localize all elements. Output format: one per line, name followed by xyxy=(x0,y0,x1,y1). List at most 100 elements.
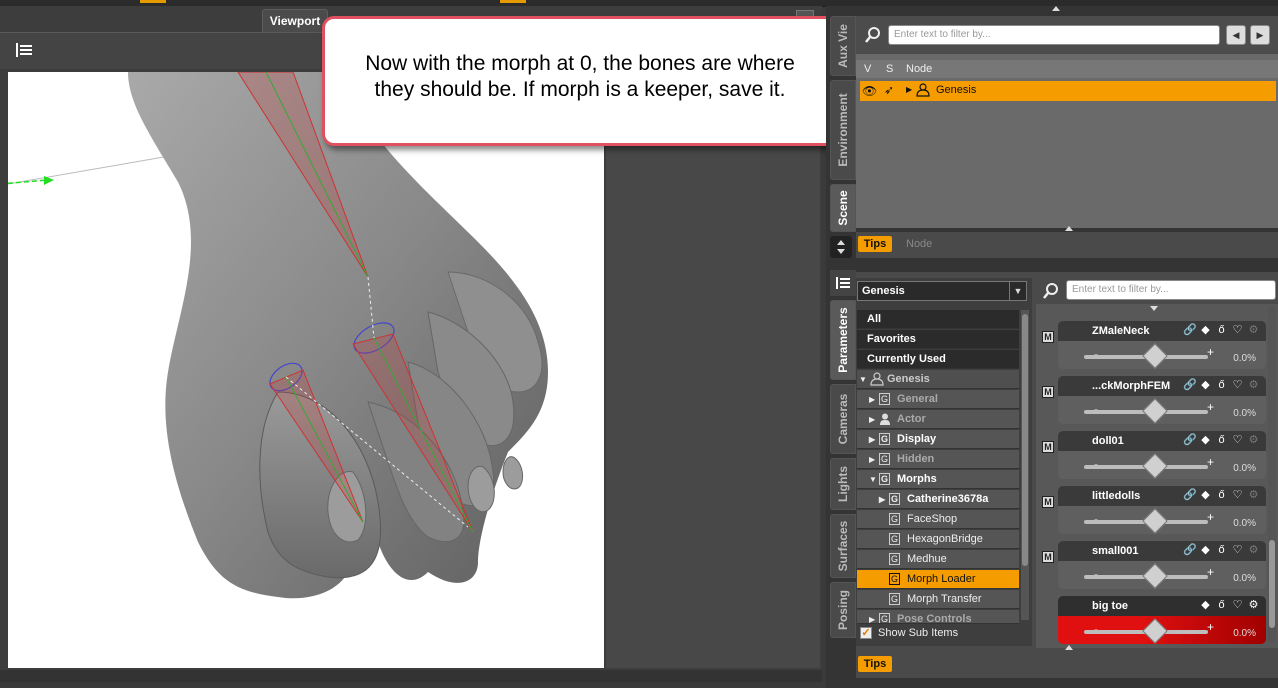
tree-item-actor[interactable]: ▶ Actor xyxy=(857,410,1019,429)
gear-icon[interactable]: ⚙ xyxy=(1247,324,1260,337)
lock-icon[interactable]: ő xyxy=(1215,434,1228,447)
expand-arrow-icon[interactable]: ▶ xyxy=(869,390,875,409)
lock-icon[interactable]: ő xyxy=(1215,599,1228,612)
tab-environment[interactable]: Environment xyxy=(830,80,856,180)
tab-cameras[interactable]: Cameras xyxy=(830,384,856,454)
tree-item-display[interactable]: ▶ G Display xyxy=(857,430,1019,449)
panel-splitter-arrow-icon[interactable] xyxy=(1065,226,1073,231)
heart-icon[interactable]: ♡ xyxy=(1231,434,1244,447)
slider-zmaleneck[interactable]: ZMaleNeck 🔗 ◆ ő ♡ ⚙ - + 0.0% xyxy=(1058,321,1266,369)
gear-icon[interactable]: ⚙ xyxy=(1247,434,1260,447)
heart-icon[interactable]: ♡ xyxy=(1231,379,1244,392)
slider-value[interactable]: 0.0% xyxy=(1233,573,1256,584)
slider-plus[interactable]: + xyxy=(1207,345,1214,359)
scene-row-genesis[interactable]: 👁 ➶ ▶ Genesis xyxy=(860,81,1276,101)
viewport-options-icon[interactable] xyxy=(16,43,32,57)
eraser-icon[interactable]: ◆ xyxy=(1199,599,1212,612)
expand-arrow-icon[interactable]: ▶ xyxy=(879,490,885,509)
slider-track-area[interactable]: - + 0.0% xyxy=(1058,451,1266,479)
panel-scroll-arrows[interactable] xyxy=(830,236,852,258)
eraser-icon[interactable]: ◆ xyxy=(1199,379,1212,392)
tab-surfaces[interactable]: Surfaces xyxy=(830,514,856,578)
tab-aux-viewport[interactable]: Aux Vie xyxy=(830,16,856,76)
heart-icon[interactable]: ♡ xyxy=(1231,544,1244,557)
collapse-arrow-icon[interactable]: ▼ xyxy=(869,470,877,489)
slider-small001[interactable]: small001 🔗 ◆ ő ♡ ⚙ - + 0.0% xyxy=(1058,541,1266,589)
slider-track-area[interactable]: - + 0.0% xyxy=(1058,506,1266,534)
tree-item-catherine[interactable]: ▶ G Catherine3678a xyxy=(857,490,1019,509)
tips-button[interactable]: Tips xyxy=(858,236,892,252)
expand-arrow-icon[interactable]: ▶ xyxy=(869,450,875,469)
link-icon[interactable]: 🔗 xyxy=(1183,379,1197,392)
pane-options-icon[interactable] xyxy=(830,270,856,296)
gear-icon[interactable]: ⚙ xyxy=(1247,379,1260,392)
slider-value[interactable]: 0.0% xyxy=(1233,353,1256,364)
column-node[interactable]: Node xyxy=(906,63,932,75)
tree-item-hexagonbridge[interactable]: G HexagonBridge xyxy=(857,530,1019,549)
link-icon[interactable]: 🔗 xyxy=(1183,544,1197,557)
viewport-canvas[interactable] xyxy=(8,72,604,668)
slider-value[interactable]: 0.0% xyxy=(1233,628,1256,639)
lock-icon[interactable]: ő xyxy=(1215,324,1228,337)
gear-icon[interactable]: ⚙ xyxy=(1247,599,1260,612)
parameter-search-input[interactable]: Enter text to filter by... xyxy=(1066,280,1276,300)
lock-icon[interactable]: ő xyxy=(1215,489,1228,502)
heart-icon[interactable]: ♡ xyxy=(1231,324,1244,337)
slider-doll01[interactable]: doll01 🔗 ◆ ő ♡ ⚙ - + 0.0% xyxy=(1058,431,1266,479)
tree-item-morph-transfer[interactable]: G Morph Transfer xyxy=(857,590,1019,609)
figure-select[interactable]: Genesis ▼ xyxy=(857,281,1027,301)
tree-item-faceshop[interactable]: G FaceShop xyxy=(857,510,1019,529)
link-icon[interactable]: 🔗 xyxy=(1183,434,1197,447)
tree-item-general[interactable]: ▶ G General xyxy=(857,390,1019,409)
eye-icon[interactable]: 👁 xyxy=(862,84,877,98)
scene-prev-button[interactable]: ◀ xyxy=(1226,25,1246,45)
slider-value[interactable]: 0.0% xyxy=(1233,518,1256,529)
link-icon[interactable]: 🔗 xyxy=(1183,489,1197,502)
slider-knob[interactable] xyxy=(1142,398,1168,424)
slider-neckmorphfem[interactable]: ...ckMorphFEM 🔗 ◆ ő ♡ ⚙ - + 0.0% xyxy=(1058,376,1266,424)
slider-plus[interactable]: + xyxy=(1207,620,1214,634)
tab-posing[interactable]: Posing xyxy=(830,582,856,638)
tree-item-morphs[interactable]: ▼ G Morphs xyxy=(857,470,1019,489)
lock-icon[interactable]: ő xyxy=(1215,379,1228,392)
slider-scrollbar-thumb[interactable] xyxy=(1269,540,1275,628)
gear-icon[interactable]: ⚙ xyxy=(1247,544,1260,557)
select-cursor-icon[interactable]: ➶ xyxy=(884,83,894,97)
slider-track-area[interactable]: - + 0.0% xyxy=(1058,396,1266,424)
scene-search-input[interactable]: Enter text to filter by... xyxy=(888,25,1220,45)
slider-track-area[interactable]: - + 0.0% xyxy=(1058,561,1266,589)
slider-knob[interactable] xyxy=(1142,453,1168,479)
category-currently-used[interactable]: Currently Used xyxy=(857,350,1019,369)
slider-littledolls[interactable]: littledolls 🔗 ◆ ő ♡ ⚙ - + 0.0% xyxy=(1058,486,1266,534)
slider-value[interactable]: 0.0% xyxy=(1233,408,1256,419)
slider-track-area[interactable]: - + 0.0% xyxy=(1058,616,1266,644)
top-splitter-arrow-icon[interactable] xyxy=(1052,6,1060,11)
category-favorites[interactable]: Favorites xyxy=(857,330,1019,349)
tab-viewport[interactable]: Viewport xyxy=(262,9,328,32)
tree-item-genesis[interactable]: ▼ Genesis xyxy=(857,370,1019,389)
slider-value[interactable]: 0.0% xyxy=(1233,463,1256,474)
tree-item-morph-loader[interactable]: G Morph Loader xyxy=(857,570,1019,589)
tab-scene[interactable]: Scene xyxy=(830,184,856,232)
tab-lights[interactable]: Lights xyxy=(830,458,856,510)
lock-icon[interactable]: ő xyxy=(1215,544,1228,557)
tree-scrollbar-thumb[interactable] xyxy=(1022,314,1028,566)
eraser-icon[interactable]: ◆ xyxy=(1199,434,1212,447)
search-icon[interactable] xyxy=(1042,282,1060,300)
tree-item-hidden[interactable]: ▶ G Hidden xyxy=(857,450,1019,469)
eraser-icon[interactable]: ◆ xyxy=(1199,544,1212,557)
slider-plus[interactable]: + xyxy=(1207,565,1214,579)
tips-button[interactable]: Tips xyxy=(858,656,892,672)
heart-icon[interactable]: ♡ xyxy=(1231,599,1244,612)
slider-list-scroll-icon[interactable] xyxy=(1150,306,1158,311)
slider-knob[interactable] xyxy=(1142,343,1168,369)
scene-next-button[interactable]: ▶ xyxy=(1250,25,1270,45)
slider-knob[interactable] xyxy=(1142,563,1168,589)
slider-knob[interactable] xyxy=(1142,618,1168,644)
gear-icon[interactable]: ⚙ xyxy=(1247,489,1260,502)
show-sub-items-checkbox[interactable]: ✓ xyxy=(860,627,872,639)
tree-item-medhue[interactable]: G Medhue xyxy=(857,550,1019,569)
slider-knob[interactable] xyxy=(1142,508,1168,534)
eraser-icon[interactable]: ◆ xyxy=(1199,324,1212,337)
column-visible[interactable]: V xyxy=(864,63,871,75)
